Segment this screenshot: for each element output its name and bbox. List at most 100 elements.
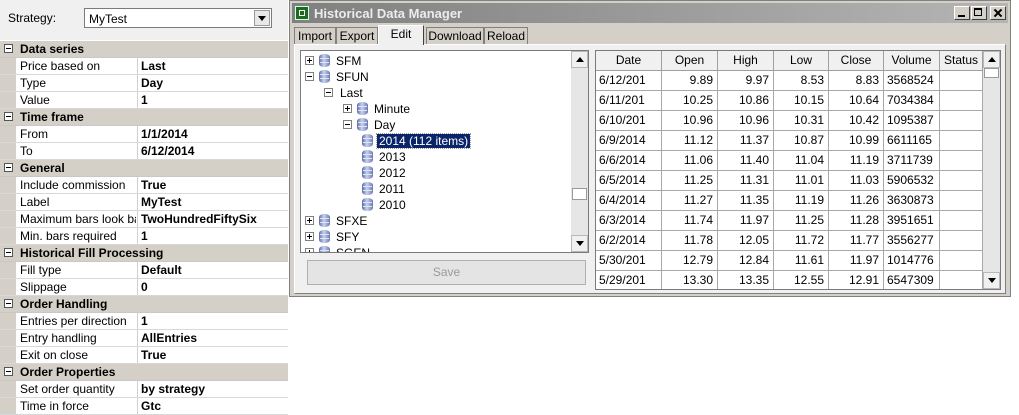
column-header[interactable]: Open — [662, 51, 718, 71]
table-cell[interactable]: 11.35 — [718, 191, 774, 211]
tree-node-label[interactable]: SFUN — [334, 70, 371, 84]
table-cell[interactable]: 10.96 — [718, 111, 774, 131]
tree-node[interactable]: SGEN — [305, 245, 545, 252]
property-row[interactable]: Min. bars required 1 — [0, 228, 288, 245]
table-cell[interactable]: 12.79 — [662, 251, 718, 271]
table-cell[interactable]: 11.97 — [829, 251, 884, 271]
collapse-icon[interactable] — [305, 72, 314, 81]
collapse-icon[interactable] — [4, 112, 13, 121]
property-row[interactable]: Entry handling AllEntries — [0, 330, 288, 347]
column-header[interactable]: Status — [940, 51, 983, 71]
collapse-icon[interactable] — [4, 248, 13, 257]
table-cell[interactable]: 6547309 — [884, 271, 940, 289]
tree-node-label[interactable]: 2014 (112 items) — [375, 133, 472, 149]
property-value[interactable]: AllEntries — [141, 331, 197, 345]
table-cell[interactable]: 11.19 — [829, 151, 884, 171]
tree-scrollbar[interactable] — [571, 51, 588, 252]
table-cell[interactable]: 11.31 — [718, 171, 774, 191]
tab-edit[interactable]: Edit — [378, 25, 424, 45]
property-value[interactable]: Default — [141, 263, 182, 277]
table-cell[interactable]: 6/3/2014 — [596, 211, 662, 231]
tree-node[interactable]: SFY — [305, 229, 545, 245]
expand-icon[interactable] — [305, 248, 314, 252]
category-4[interactable]: Order Handling — [0, 296, 288, 313]
tree-node[interactable]: SFXE — [305, 213, 545, 229]
tree-node[interactable]: SFUN — [305, 69, 545, 85]
table-cell[interactable]: 11.97 — [718, 211, 774, 231]
table-cell[interactable]: 11.12 — [662, 131, 718, 151]
table-cell[interactable]: 6/12/201 — [596, 71, 662, 91]
table-cell[interactable]: 6/11/201 — [596, 91, 662, 111]
table-cell[interactable]: 9.97 — [718, 71, 774, 91]
table-cell[interactable]: 6/10/201 — [596, 111, 662, 131]
table-cell[interactable]: 12.84 — [718, 251, 774, 271]
table-cell[interactable]: 10.31 — [774, 111, 829, 131]
collapse-icon[interactable] — [4, 163, 13, 172]
tree-node[interactable]: 2012 — [362, 165, 588, 181]
property-value[interactable]: Last — [141, 59, 166, 73]
tab-download[interactable]: Download — [426, 27, 484, 45]
table-cell[interactable]: 11.40 — [718, 151, 774, 171]
table-cell[interactable]: 11.72 — [774, 231, 829, 251]
table-cell[interactable] — [940, 131, 983, 151]
close-button[interactable] — [990, 6, 1006, 20]
property-row[interactable]: Value 1 — [0, 92, 288, 109]
table-cell[interactable]: 6/2/2014 — [596, 231, 662, 251]
table-cell[interactable]: 5/30/201 — [596, 251, 662, 271]
tree-node[interactable]: 2010 — [362, 197, 588, 213]
tree-node-label[interactable]: Minute — [372, 102, 412, 116]
strategy-select[interactable]: MyTest — [84, 8, 272, 28]
property-row[interactable]: Fill type Default — [0, 262, 288, 279]
table-cell[interactable]: 8.53 — [774, 71, 829, 91]
property-value[interactable]: 1 — [141, 314, 148, 328]
category-3[interactable]: Historical Fill Processing — [0, 245, 288, 262]
property-row[interactable]: Maximum bars look bac TwoHundredFiftySix — [0, 211, 288, 228]
category-2[interactable]: General — [0, 160, 288, 177]
property-row[interactable]: Include commission True — [0, 177, 288, 194]
category-5[interactable]: Order Properties — [0, 364, 288, 381]
scroll-down-icon[interactable] — [983, 272, 1000, 289]
property-row[interactable]: Set order quantity by strategy — [0, 381, 288, 398]
table-cell[interactable]: 11.01 — [774, 171, 829, 191]
collapse-icon[interactable] — [343, 120, 352, 129]
column-header[interactable]: Low — [774, 51, 829, 71]
table-cell[interactable] — [940, 231, 983, 251]
table-cell[interactable]: 1095387 — [884, 111, 940, 131]
table-cell[interactable]: 11.28 — [829, 211, 884, 231]
table-cell[interactable]: 10.64 — [829, 91, 884, 111]
column-header[interactable]: Date — [596, 51, 662, 71]
table-cell[interactable]: 10.15 — [774, 91, 829, 111]
table-cell[interactable]: 12.55 — [774, 271, 829, 289]
property-row[interactable]: Type Day — [0, 75, 288, 92]
expand-icon[interactable] — [305, 216, 314, 225]
expand-icon[interactable] — [343, 104, 352, 113]
maximize-button[interactable] — [971, 6, 987, 20]
table-cell[interactable]: 11.19 — [774, 191, 829, 211]
tree-node[interactable]: 2011 — [362, 181, 588, 197]
minimize-button[interactable] — [954, 6, 970, 20]
tree-node[interactable]: Day — [343, 117, 583, 133]
table-cell[interactable]: 6611165 — [884, 131, 940, 151]
table-cell[interactable]: 3951651 — [884, 211, 940, 231]
property-row[interactable]: From 1/1/2014 — [0, 126, 288, 143]
table-cell[interactable]: 11.78 — [662, 231, 718, 251]
table-cell[interactable]: 3568524 — [884, 71, 940, 91]
column-header[interactable]: Close — [829, 51, 884, 71]
table-cell[interactable] — [940, 191, 983, 211]
table-cell[interactable]: 13.30 — [662, 271, 718, 289]
expand-icon[interactable] — [305, 232, 314, 241]
scroll-down-icon[interactable] — [571, 235, 588, 252]
table-cell[interactable] — [940, 71, 983, 91]
price-data-table[interactable]: Date Open High Low Close Volume Status 6/12/201… — [595, 50, 1001, 290]
table-cell[interactable]: 10.87 — [774, 131, 829, 151]
table-cell[interactable]: 6/9/2014 — [596, 131, 662, 151]
tree-node[interactable]: 2014 (112 items) — [362, 133, 588, 149]
table-cell[interactable]: 6/5/2014 — [596, 171, 662, 191]
category-1[interactable]: Time frame — [0, 109, 288, 126]
tab-import[interactable]: Import — [294, 27, 336, 45]
property-value[interactable]: TwoHundredFiftySix — [141, 212, 257, 226]
column-header[interactable]: High — [718, 51, 774, 71]
save-button[interactable]: Save — [307, 260, 586, 285]
table-scrollbar[interactable] — [983, 51, 1000, 289]
table-cell[interactable]: 11.77 — [829, 231, 884, 251]
